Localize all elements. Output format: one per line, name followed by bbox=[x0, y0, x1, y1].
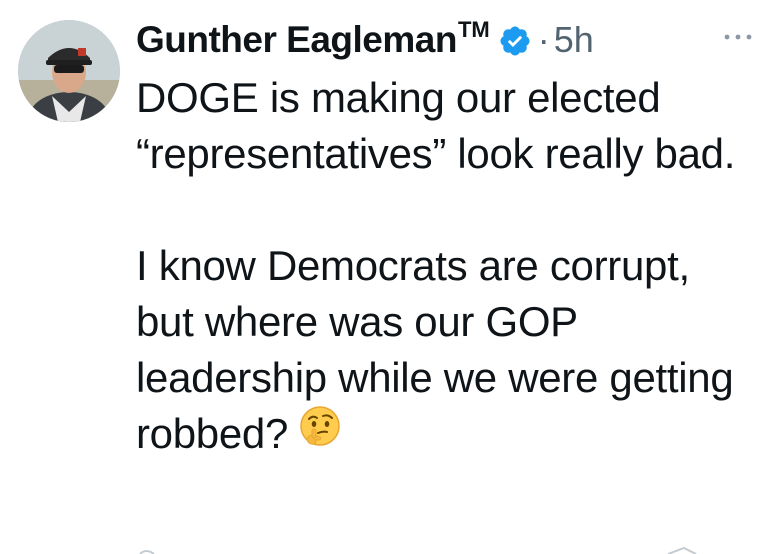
tweet-paragraph-2: I know Democrats are corrupt, but where … bbox=[136, 238, 756, 466]
thinking-face-emoji-icon bbox=[298, 404, 342, 462]
tweet-card[interactable]: Gunther Eagleman TM · 5h DOGE is making … bbox=[0, 0, 768, 554]
next-row-hint bbox=[139, 546, 697, 554]
tweet-timestamp[interactable]: 5h bbox=[554, 19, 594, 61]
trademark-mark: TM bbox=[457, 17, 490, 42]
tweet-paragraph-1: DOGE is making our elected “representati… bbox=[136, 74, 736, 177]
avatar-photo bbox=[18, 20, 120, 122]
tweet-header: Gunther Eagleman TM · 5h bbox=[136, 14, 594, 66]
author-avatar[interactable] bbox=[18, 20, 120, 122]
author-name[interactable]: Gunther Eagleman bbox=[136, 19, 457, 61]
tweet-body: DOGE is making our elected “representati… bbox=[136, 70, 756, 466]
more-options-icon[interactable] bbox=[722, 30, 754, 44]
meta-separator: · bbox=[537, 19, 550, 60]
verified-badge-icon[interactable] bbox=[498, 24, 532, 58]
tweet-paragraph-2-text: I know Democrats are corrupt, but where … bbox=[136, 242, 734, 457]
